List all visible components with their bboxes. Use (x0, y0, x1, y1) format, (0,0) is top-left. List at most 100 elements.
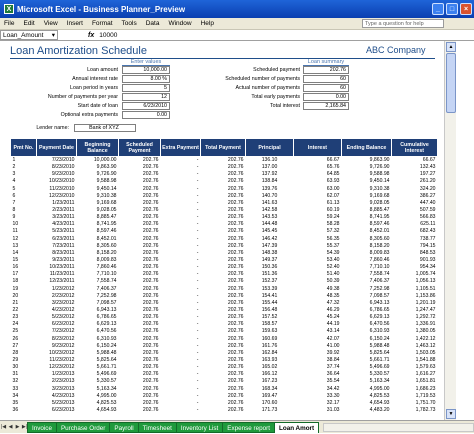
cell-beginning-balance[interactable]: 7,860.46 (77, 264, 119, 271)
cell-principal[interactable]: 163.93 (246, 356, 294, 363)
cell-total-payment[interactable]: 202.76 (201, 221, 246, 228)
cell-principal[interactable]: 140.70 (246, 192, 294, 199)
cell-total-payment[interactable]: 202.76 (201, 206, 246, 213)
cell-cumulative-interest[interactable]: 1,422.12 (392, 335, 438, 342)
cell-total-payment[interactable]: 202.76 (201, 256, 246, 263)
tab-invoice[interactable]: Invoice (27, 421, 57, 433)
cell-scheduled-payment[interactable]: 202.76 (119, 385, 161, 392)
cell-principal[interactable]: 137.92 (246, 171, 294, 178)
cell-scheduled-payment[interactable]: 202.76 (119, 278, 161, 285)
cell-beginning-balance[interactable]: 6,786.65 (77, 314, 119, 321)
cell-total-payment[interactable]: 202.76 (201, 349, 246, 356)
cell-pmt-no[interactable]: 29 (11, 356, 37, 363)
cell-cumulative-interest[interactable]: 1,503.05 (392, 349, 438, 356)
cell-extra-payment[interactable]: - (161, 242, 201, 249)
cell-principal[interactable]: 170.60 (246, 399, 294, 406)
tab-inventory-list[interactable]: Inventory List (175, 421, 224, 433)
cell-extra-payment[interactable]: - (161, 356, 201, 363)
help-search-input[interactable]: Type a question for help (362, 19, 444, 28)
cell-principal[interactable]: 146.42 (246, 235, 294, 242)
cell-total-payment[interactable]: 202.76 (201, 306, 246, 313)
cell-extra-payment[interactable]: - (161, 342, 201, 349)
loan-period-field[interactable]: 5 (122, 84, 170, 92)
cell-cumulative-interest[interactable]: 682.43 (392, 228, 438, 235)
cell-interest[interactable]: 56.35 (294, 235, 342, 242)
cell-ending-balance[interactable]: 7,406.37 (342, 278, 392, 285)
cell-cumulative-interest[interactable]: 66.67 (392, 157, 438, 164)
cell-interest[interactable]: 65.76 (294, 164, 342, 171)
cell-interest[interactable]: 34.42 (294, 385, 342, 392)
cell-cumulative-interest[interactable]: 1,153.86 (392, 292, 438, 299)
cell-beginning-balance[interactable]: 4,825.53 (77, 399, 119, 406)
cell-principal[interactable]: 147.39 (246, 242, 294, 249)
cell-principal[interactable]: 136.10 (246, 157, 294, 164)
cell-interest[interactable]: 50.39 (294, 278, 342, 285)
cell-principal[interactable]: 161.76 (246, 342, 294, 349)
cell-ending-balance[interactable]: 6,150.24 (342, 335, 392, 342)
cell-total-payment[interactable]: 202.76 (201, 278, 246, 285)
cell-scheduled-payment[interactable]: 202.76 (119, 185, 161, 192)
cell-ending-balance[interactable]: 8,741.95 (342, 214, 392, 221)
cell-total-payment[interactable]: 202.76 (201, 342, 246, 349)
cell-ending-balance[interactable]: 8,885.47 (342, 206, 392, 213)
interest-rate-field[interactable]: 8.00 % (122, 75, 170, 83)
cell-payment-date[interactable]: 8/23/2012 (37, 335, 77, 342)
cell-total-payment[interactable]: 202.76 (201, 271, 246, 278)
cell-interest[interactable]: 44.19 (294, 321, 342, 328)
cell-extra-payment[interactable]: - (161, 385, 201, 392)
cell-payment-date[interactable]: 1/23/2012 (37, 285, 77, 292)
cell-payment-date[interactable]: 1/23/2011 (37, 199, 77, 206)
cell-ending-balance[interactable]: 9,450.14 (342, 178, 392, 185)
cell-interest[interactable]: 33.30 (294, 392, 342, 399)
cell-interest[interactable]: 41.00 (294, 342, 342, 349)
cell-extra-payment[interactable]: - (161, 364, 201, 371)
cell-beginning-balance[interactable]: 10,000.00 (77, 157, 119, 164)
cell-cumulative-interest[interactable]: 1,292.72 (392, 314, 438, 321)
cell-payment-date[interactable]: 7/23/2012 (37, 328, 77, 335)
cell-payment-date[interactable]: 5/23/2011 (37, 228, 77, 235)
cell-payment-date[interactable]: 3/23/2013 (37, 385, 77, 392)
cell-ending-balance[interactable]: 9,863.90 (342, 157, 392, 164)
cell-payment-date[interactable]: 7/23/2011 (37, 242, 77, 249)
cell-beginning-balance[interactable]: 6,943.13 (77, 306, 119, 313)
cell-pmt-no[interactable]: 25 (11, 328, 37, 335)
cell-beginning-balance[interactable]: 9,726.90 (77, 171, 119, 178)
cell-scheduled-payment[interactable]: 202.76 (119, 406, 161, 413)
cell-pmt-no[interactable]: 34 (11, 392, 37, 399)
cell-total-payment[interactable]: 202.76 (201, 378, 246, 385)
cell-extra-payment[interactable]: - (161, 335, 201, 342)
cell-principal[interactable]: 165.02 (246, 364, 294, 371)
cell-beginning-balance[interactable]: 7,098.57 (77, 299, 119, 306)
cell-principal[interactable]: 150.36 (246, 264, 294, 271)
cell-scheduled-payment[interactable]: 202.76 (119, 206, 161, 213)
cell-ending-balance[interactable]: 9,588.98 (342, 171, 392, 178)
cell-scheduled-payment[interactable]: 202.76 (119, 235, 161, 242)
cell-principal[interactable]: 145.45 (246, 228, 294, 235)
cell-pmt-no[interactable]: 22 (11, 306, 37, 313)
cell-extra-payment[interactable]: - (161, 185, 201, 192)
cell-ending-balance[interactable]: 9,726.90 (342, 164, 392, 171)
cell-cumulative-interest[interactable]: 507.59 (392, 206, 438, 213)
cell-pmt-no[interactable]: 6 (11, 192, 37, 199)
cell-beginning-balance[interactable]: 7,710.10 (77, 271, 119, 278)
cell-pmt-no[interactable]: 4 (11, 178, 37, 185)
tab-timesheet[interactable]: Timesheet (137, 421, 177, 433)
cell-pmt-no[interactable]: 14 (11, 249, 37, 256)
vertical-scrollbar[interactable]: ▲ ▼ (444, 41, 456, 420)
cell-pmt-no[interactable]: 10 (11, 221, 37, 228)
cell-principal[interactable]: 137.00 (246, 164, 294, 171)
cell-beginning-balance[interactable]: 5,988.48 (77, 349, 119, 356)
cell-scheduled-payment[interactable]: 202.76 (119, 192, 161, 199)
cell-payment-date[interactable]: 11/23/2011 (37, 271, 77, 278)
next-sheet-icon[interactable]: ▶ (14, 423, 21, 432)
cell-payment-date[interactable]: 1/23/2013 (37, 371, 77, 378)
cell-principal[interactable]: 151.36 (246, 271, 294, 278)
cell-ending-balance[interactable]: 7,860.46 (342, 256, 392, 263)
cell-cumulative-interest[interactable]: 1,541.88 (392, 356, 438, 363)
cell-scheduled-payment[interactable]: 202.76 (119, 356, 161, 363)
cell-pmt-no[interactable]: 15 (11, 256, 37, 263)
menu-window[interactable]: Window (168, 20, 191, 27)
maximize-button[interactable]: □ (446, 3, 458, 15)
cell-principal[interactable]: 139.76 (246, 185, 294, 192)
cell-extra-payment[interactable]: - (161, 206, 201, 213)
